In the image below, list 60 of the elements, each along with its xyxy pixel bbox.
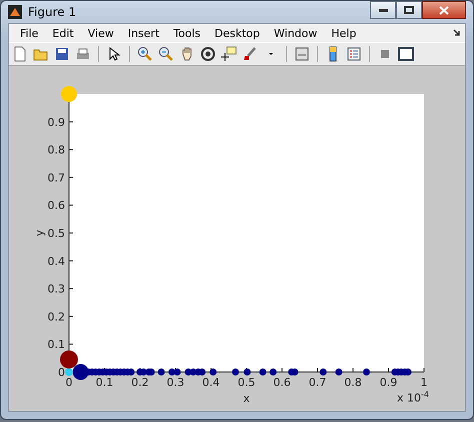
tick-label: 0.4 <box>202 376 220 389</box>
menu-item[interactable]: Edit <box>45 26 81 40</box>
maximize-icon <box>404 6 414 14</box>
tick-label: 0.8 <box>344 376 362 389</box>
close-button[interactable] <box>422 1 466 19</box>
tick-label: 0.3 <box>48 282 65 296</box>
minimize-icon <box>378 8 388 12</box>
menu-item[interactable]: Window <box>266 26 324 40</box>
menu-item[interactable]: Help <box>324 26 364 40</box>
data-point <box>259 368 266 376</box>
tick-label: 0.7 <box>308 376 326 389</box>
tick-label: 0.2 <box>48 310 65 324</box>
tick-label: 0 <box>66 376 72 389</box>
data-point <box>61 86 77 102</box>
linked-plot-icon[interactable] <box>293 45 311 63</box>
tick-label: 0.1 <box>96 376 114 389</box>
data-cursor-icon[interactable] <box>220 45 238 63</box>
data-point <box>210 368 217 376</box>
x-axis-label: x <box>243 392 250 405</box>
data-point <box>320 368 327 376</box>
tick-label: 1 <box>420 376 428 389</box>
menu-item[interactable]: File <box>13 26 46 40</box>
tick-label: 0.6 <box>48 199 65 212</box>
tick-label: 0.2 <box>131 376 149 389</box>
zoom-in-icon[interactable] <box>136 45 154 63</box>
close-icon <box>439 6 449 14</box>
tick-label: 0 <box>58 366 65 379</box>
menu-item[interactable]: Insert <box>120 26 166 40</box>
minimize-button[interactable] <box>370 1 396 19</box>
brush-icon[interactable] <box>241 45 259 63</box>
data-point <box>232 368 239 376</box>
menu-item[interactable]: View <box>80 26 121 40</box>
tick-label: 0.5 <box>48 227 65 240</box>
tick-label: 0.9 <box>380 376 398 389</box>
data-point <box>270 368 277 376</box>
window-panel-icon[interactable] <box>397 45 415 63</box>
menu-item[interactable]: Desktop <box>208 26 267 40</box>
tick-label: 0.4 <box>48 254 65 268</box>
y-axis-label: y <box>33 230 46 236</box>
menu-item[interactable]: Tools <box>166 26 208 40</box>
save-icon[interactable] <box>53 45 71 63</box>
exponent-label: x 10$^{-4}$ <box>397 390 429 405</box>
tick-label: 0.8 <box>48 144 65 157</box>
dock-arrow-icon[interactable] <box>453 29 461 37</box>
tick-label: 0.1 <box>48 338 65 352</box>
rotate-icon[interactable] <box>199 45 217 63</box>
data-point <box>158 368 165 376</box>
tick-label: 0.5 <box>238 376 256 389</box>
data-point <box>335 368 342 376</box>
window-title: Figure 1 <box>28 5 78 19</box>
zoom-out-icon[interactable] <box>157 45 175 63</box>
maximize-button[interactable] <box>396 1 422 19</box>
tick-label: 0.3 <box>166 376 184 389</box>
data-point <box>363 368 370 376</box>
data-point <box>244 368 251 376</box>
tick-label: 0.9 <box>48 116 65 129</box>
tick-label: 0.7 <box>48 171 65 184</box>
app-logo-icon <box>8 5 22 19</box>
tick-label: 0.6 <box>273 376 291 389</box>
legend-icon[interactable] <box>345 45 363 63</box>
